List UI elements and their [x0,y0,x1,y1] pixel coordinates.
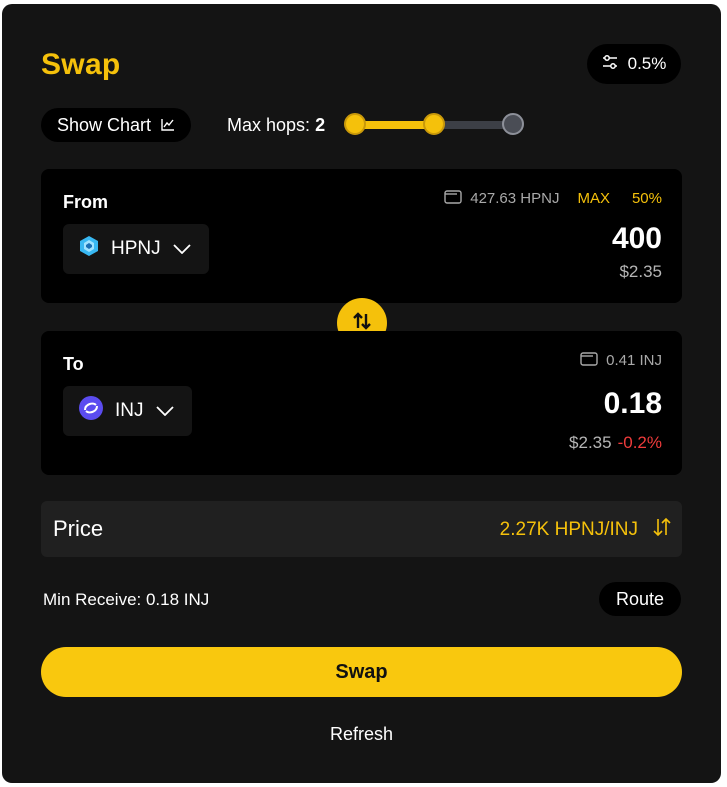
price-impact: -0.2% [617,433,662,452]
price-display: 2.27K HPNJ/INJ [500,516,672,544]
from-balance: 427.63 HPNJ [470,190,560,207]
price-value: 2.27K HPNJ/INJ [499,519,638,540]
from-amount-input[interactable]: 400 [612,222,662,256]
from-token-select[interactable]: HPNJ [63,224,209,274]
slider-knob-2[interactable] [423,113,445,135]
from-panel: From 427.63 HPNJ MAX 50% HPNJ 400 $2.35 [41,169,682,303]
chart-icon [161,115,175,136]
max-hops-text: Max hops: [227,115,311,135]
to-usd-row: $2.35 -0.2% [569,433,662,453]
wallet-icon [580,351,598,370]
price-label: Price [53,516,104,541]
from-token-symbol: HPNJ [111,238,161,259]
chevron-down-icon [155,400,174,422]
max-button[interactable]: MAX [577,190,610,207]
route-button[interactable]: Route [599,582,681,616]
swap-button[interactable]: Swap [41,647,682,697]
slippage-value: 0.5% [627,54,667,73]
max-hops-slider[interactable] [341,110,524,140]
from-balance-row: 427.63 HPNJ MAX 50% [444,189,662,208]
from-usd-value: $2.35 [619,262,662,281]
max-hops-label: Max hops: 2 [227,115,325,136]
to-panel: To 0.41 INJ INJ 0.18 $2.35 -0.2% [41,331,682,475]
to-balance: 0.41 INJ [606,352,662,369]
wallet-icon [444,189,462,208]
max-hops-value: 2 [315,115,326,135]
refresh-button[interactable]: Refresh [2,724,721,745]
to-usd-value: $2.35 [569,433,612,452]
from-label: From [63,192,108,212]
sliders-icon [602,54,618,74]
to-label: To [63,354,84,374]
half-button[interactable]: 50% [632,190,662,207]
inj-token-icon [79,396,103,426]
to-token-symbol: INJ [115,400,144,421]
show-chart-button[interactable]: Show Chart [41,108,192,142]
price-row: Price 2.27K HPNJ/INJ [41,501,682,557]
show-chart-label: Show Chart [57,114,152,135]
to-token-select[interactable]: INJ [63,386,192,436]
min-receive: Min Receive: 0.18 INJ [43,590,210,609]
to-amount: 0.18 [603,387,662,420]
to-balance-row: 0.41 INJ [580,351,662,370]
slider-knob-3[interactable] [502,113,524,135]
swap-card: Swap 0.5% Show Chart Max hops: 2 From 42… [2,4,721,783]
slippage-settings-button[interactable]: 0.5% [587,44,681,84]
page-title: Swap [41,48,121,81]
chevron-down-icon [172,238,191,260]
hpnj-token-icon [79,235,99,263]
slider-knob-1[interactable] [344,113,366,135]
invert-price-icon[interactable] [652,516,672,544]
